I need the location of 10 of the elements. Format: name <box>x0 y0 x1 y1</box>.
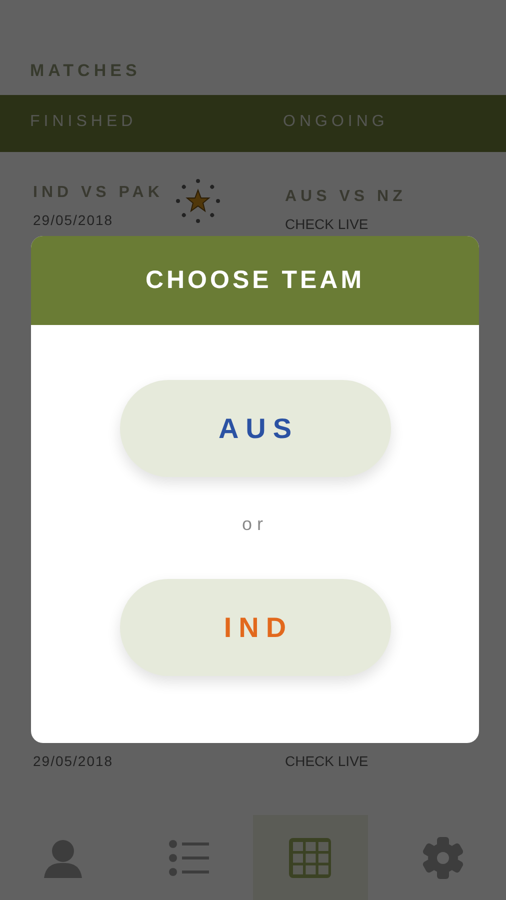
team-button[interactable]: IND <box>120 579 390 676</box>
check-live-link[interactable]: CHECK LIVE <box>285 753 476 769</box>
match-date: 29/05/2018 <box>33 753 114 769</box>
nav-tab[interactable] <box>253 815 368 900</box>
dialog-title: CHOOSE TEAM <box>31 236 479 325</box>
or-separator: or <box>242 514 268 535</box>
grid-icon <box>287 836 334 880</box>
check-live-link[interactable]: CHECK LIVE <box>285 216 476 232</box>
team-button[interactable]: AUS <box>120 380 390 477</box>
match-date: 29/05/2018 <box>33 212 114 228</box>
